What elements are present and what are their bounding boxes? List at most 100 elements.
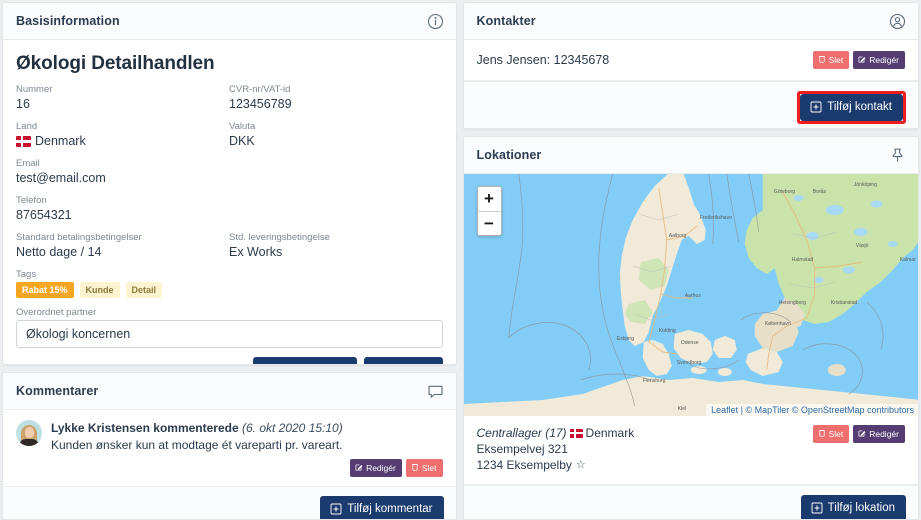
contact-row: Jens Jensen: 12345678 Slet Redigér [463, 40, 918, 81]
stamp-icon [263, 364, 275, 365]
lokationer-card: Lokationer Frederikshavn Aalborg Aarhus … [462, 136, 919, 520]
svg-text:Halmstad: Halmstad [791, 257, 813, 263]
add-comment-button[interactable]: Tilføj kommentar [320, 495, 444, 520]
add-comment-label: Tilføj kommentar [347, 502, 433, 515]
field-betalingsbetingelser: Standard betalingsbetingelser Netto dage… [16, 232, 229, 260]
comment-edit-button[interactable]: Redigér [350, 459, 402, 477]
tags-label: Tags [16, 269, 37, 280]
svg-text:Göteborg: Göteborg [773, 189, 794, 195]
svg-text:Svendborg: Svendborg [676, 360, 701, 366]
contact-text: Jens Jensen: 12345678 [476, 52, 610, 67]
contact-delete-label: Slet [828, 54, 844, 65]
edit-button[interactable]: Redigér [364, 356, 443, 365]
map-attribution: Leaflet | © MapTiler © OpenStreetMap con… [706, 404, 918, 417]
svg-text:Aarhus: Aarhus [684, 293, 701, 299]
overordnet-partner-label: Overordnet partner [16, 306, 97, 318]
mini-actions: Slet Redigér [812, 51, 905, 69]
info-circle-icon[interactable] [427, 13, 444, 30]
field-label: Telefon [16, 195, 47, 206]
location-edit-button[interactable]: Redigér [853, 425, 905, 443]
edit-label: Redigér [391, 363, 431, 365]
svg-text:Jönköping: Jönköping [853, 182, 876, 188]
add-location-label: Tilføj lokation [827, 502, 895, 515]
denmark-flag-icon [16, 136, 31, 147]
comment-delete-button[interactable]: Slet [405, 459, 443, 477]
location-delete-button[interactable]: Slet [812, 425, 850, 443]
field-label: Land [16, 121, 38, 132]
svg-text:Kalmar: Kalmar [899, 257, 915, 263]
field-cvr: CVR-nr/VAT-id 123456789 [229, 84, 443, 112]
map-attribution-rest[interactable]: | © MapTiler © OpenStreetMap contributor… [741, 405, 914, 415]
overordnet-partner-section: Overordnet partner [16, 307, 443, 348]
lokationer-header: Lokationer [463, 137, 918, 175]
lokationer-title: Lokationer [476, 148, 542, 163]
tag-detail[interactable]: Detail [125, 282, 163, 298]
location-street: Eksempelvej 321 [476, 442, 568, 457]
kommentarer-header: Kommentarer [3, 373, 456, 411]
plus-box-icon [330, 503, 342, 515]
location-name: Centrallager (17) [476, 426, 567, 441]
svg-text:Kiel: Kiel [677, 406, 686, 412]
field-leveringsbetingelse: Std. leveringsbetingelse Ex Works [229, 232, 443, 260]
add-contact-button[interactable]: Tilføj kontakt [800, 93, 903, 121]
map-zoom-out-button[interactable]: − [477, 211, 501, 236]
tags-row: Rabat 15% Kunde Detail [16, 282, 443, 298]
page-title: Økologi Detailhandlen [16, 53, 215, 74]
update-logo-button[interactable]: Opdatér logo [252, 356, 358, 365]
right-column: Kontakter Jens Jensen: 12345678 Slet Red… [462, 2, 919, 520]
comment-bubble-icon[interactable] [427, 383, 444, 400]
map-zoom-in-button[interactable]: + [477, 187, 501, 212]
location-map[interactable]: Frederikshavn Aalborg Aarhus Esbjerg Kol… [463, 174, 918, 417]
star-outline-icon[interactable]: ☆ [576, 457, 586, 473]
field-nummer: Nummer 16 [16, 84, 229, 112]
location-line-3: 1234 Eksempelby ☆ [477, 457, 635, 473]
contact-edit-label: Redigér [869, 54, 899, 65]
comment-edit-label: Redigér [366, 462, 396, 473]
contact-edit-button[interactable]: Redigér [853, 51, 905, 69]
location-edit-label: Redigér [869, 428, 899, 439]
tag-kunde[interactable]: Kunde [79, 282, 120, 298]
kontakter-header: Kontakter [463, 3, 918, 40]
comment-author: Lykke Kristensen kommenterede [51, 421, 239, 436]
field-value: 87654321 [16, 208, 72, 222]
svg-text:Växjö: Växjö [855, 243, 868, 249]
basisinformation-actions: Opdatér logo Redigér [16, 348, 443, 365]
add-location-button[interactable]: Tilføj lokation [800, 495, 906, 520]
add-contact-highlight-ring: Tilføj kontakt [797, 90, 906, 124]
field-value: 123456789 [229, 97, 292, 111]
mini-actions: Redigér Slet [350, 459, 443, 477]
location-city: 1234 Eksempelby [476, 458, 572, 473]
kontakter-card: Kontakter Jens Jensen: 12345678 Slet Red… [462, 2, 919, 130]
plus-box-icon [810, 101, 822, 113]
page-root: Basisinformation Økologi Detailhandlen N… [0, 0, 921, 520]
pushpin-icon[interactable] [889, 147, 906, 164]
map-zoom-controls[interactable]: + − [476, 186, 502, 237]
user-circle-icon[interactable] [889, 13, 906, 30]
pencil-square-icon [355, 463, 363, 473]
denmark-flag-icon [569, 428, 583, 439]
lokationer-footer: Tilføj lokation [463, 485, 918, 520]
location-country: Denmark [585, 426, 635, 441]
field-value: 16 [16, 97, 30, 111]
field-label: Valuta [229, 121, 256, 132]
comment-actions: Redigér Slet [3, 457, 456, 486]
kommentarer-card: Kommentarer Lykke Kristensen kommentered… [2, 372, 457, 520]
trash-icon [411, 463, 419, 473]
field-label: Std. leveringsbetingelse [229, 232, 330, 243]
update-logo-label: Opdatér logo [280, 363, 347, 365]
overordnet-partner-input[interactable] [16, 319, 443, 348]
contact-delete-button[interactable]: Slet [812, 51, 850, 69]
field-email-spacer [229, 158, 443, 186]
tags-section: Tags Rabat 15% Kunde Detail [16, 269, 443, 298]
add-contact-label: Tilføj kontakt [827, 100, 892, 113]
trash-icon [818, 55, 826, 65]
svg-text:Kolding: Kolding [658, 328, 675, 334]
map-attribution-leaflet[interactable]: Leaflet [711, 405, 738, 415]
tag-rabat[interactable]: Rabat 15% [16, 282, 74, 298]
field-label: Email [16, 158, 40, 169]
left-column: Basisinformation Økologi Detailhandlen N… [2, 2, 457, 520]
svg-text:Flensburg: Flensburg [642, 378, 665, 384]
svg-text:Odense: Odense [680, 340, 698, 346]
field-label: Nummer [16, 84, 53, 95]
svg-text:Frederikshavn: Frederikshavn [699, 215, 731, 221]
